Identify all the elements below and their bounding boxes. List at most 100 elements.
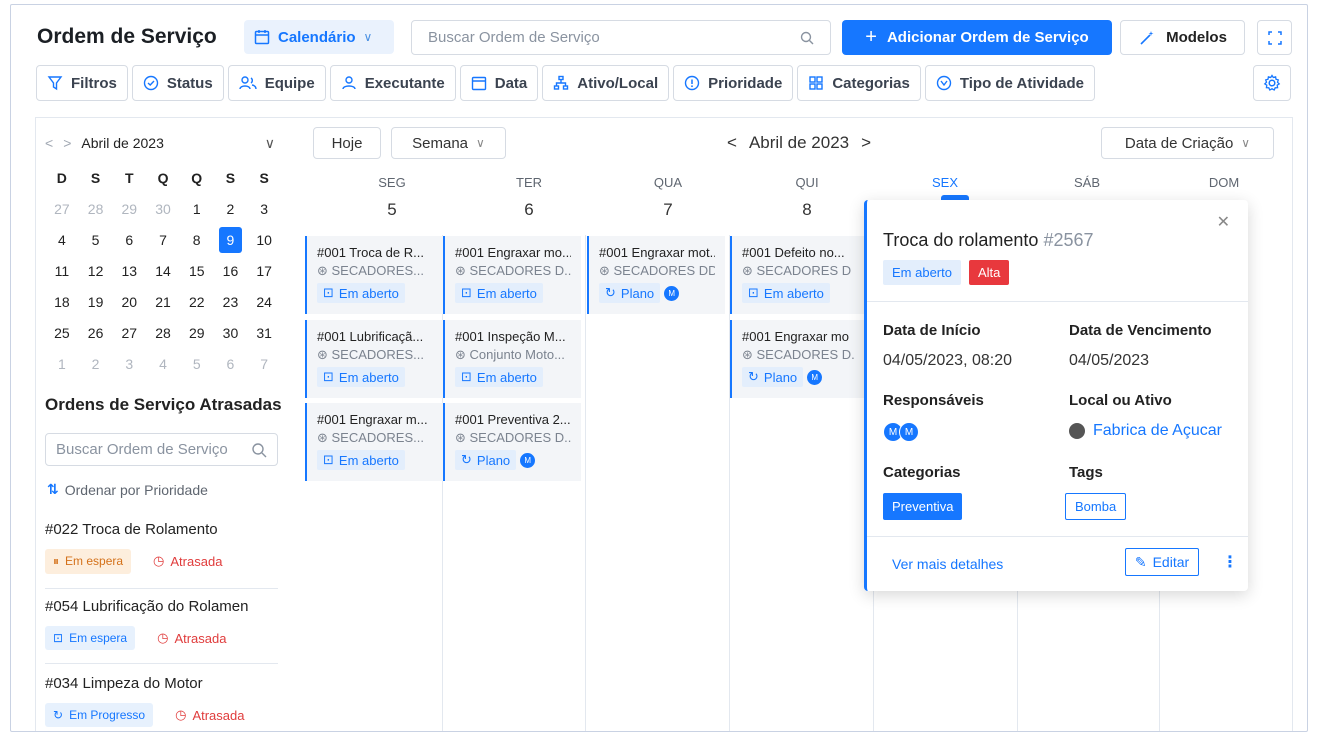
late-order-item[interactable]: #022 Troca de Rolamento ⏸ Em espera ◷ Atra…: [45, 521, 278, 589]
chevron-left-icon[interactable]: <: [727, 133, 737, 153]
calendar-day[interactable]: 7: [146, 227, 180, 258]
calendar-day[interactable]: 6: [112, 227, 146, 258]
calendar-day[interactable]: 27: [45, 196, 79, 227]
calendar-day[interactable]: 22: [180, 289, 214, 320]
filter-tipo-atividade[interactable]: Tipo de Atividade: [924, 65, 1096, 101]
calendar-day[interactable]: 10: [247, 227, 281, 258]
weekday-label: Q: [157, 170, 169, 186]
chevron-right-icon[interactable]: >: [861, 133, 871, 153]
calendar-day[interactable]: 8: [180, 227, 214, 258]
calendar-day[interactable]: 26: [79, 320, 113, 351]
chevron-right-icon[interactable]: >: [63, 135, 71, 151]
calendar-event[interactable]: #001 Defeito no... ⊛ SECADORES D ⊡ Em abe…: [730, 236, 868, 314]
calendar-day[interactable]: 15: [180, 258, 214, 289]
column-divider: [585, 235, 586, 731]
calendar-event[interactable]: #001 Engraxar mo... ⊛ SECADORES D... ⊡ Em…: [443, 236, 581, 314]
user-icon: [342, 76, 356, 90]
calendar-day[interactable]: 4: [45, 227, 79, 258]
calendar-day[interactable]: 30: [214, 320, 248, 351]
calendar-event[interactable]: #001 Lubrificaçã... ⊛ SECADORES... ⊡ Em a…: [305, 320, 443, 398]
calendar-day[interactable]: 5: [180, 351, 214, 382]
calendar-day[interactable]: 29: [112, 196, 146, 227]
calendar-day[interactable]: 23: [214, 289, 248, 320]
settings-button[interactable]: [1253, 65, 1291, 101]
calendar-day[interactable]: 12: [79, 258, 113, 289]
filter-ativo-local[interactable]: Ativo/Local: [542, 65, 670, 101]
calendar-day[interactable]: 27: [112, 320, 146, 351]
calendar-day[interactable]: 18: [45, 289, 79, 320]
calendar-day-selected[interactable]: 9: [218, 227, 243, 253]
fullscreen-button[interactable]: [1257, 20, 1292, 55]
calendar-day[interactable]: 16: [214, 258, 248, 289]
calendar-day[interactable]: 29: [180, 320, 214, 351]
calendar-day[interactable]: 14: [146, 258, 180, 289]
event-status: ↻ Plano: [599, 283, 661, 303]
calendar-day[interactable]: 28: [146, 320, 180, 351]
calendar-day[interactable]: 25: [45, 320, 79, 351]
view-selector[interactable]: Calendário ∨: [244, 20, 394, 54]
calendar-day[interactable]: 2: [79, 351, 113, 382]
close-icon[interactable]: ✕: [1217, 212, 1230, 232]
calendar-day[interactable]: 7: [247, 351, 281, 382]
filter-categorias[interactable]: Categorias: [797, 65, 921, 101]
more-options-icon[interactable]: ⋮: [1222, 552, 1238, 572]
search-input[interactable]: Buscar Ordem de Serviço: [411, 20, 831, 55]
calendar-event[interactable]: #001 Engraxar m... ⊛ SECADORES... ⊡ Em ab…: [305, 403, 443, 481]
today-button[interactable]: Hoje: [313, 127, 381, 159]
calendar-day[interactable]: 17: [247, 258, 281, 289]
details-link[interactable]: Ver mais detalhes: [892, 556, 1003, 572]
calendar-day[interactable]: 19: [79, 289, 113, 320]
sort-selector[interactable]: Data de Criação ∨: [1101, 127, 1274, 159]
chevron-left-icon[interactable]: <: [45, 135, 53, 151]
calendar-day[interactable]: 13: [112, 258, 146, 289]
sort-by-priority[interactable]: ⇅ Ordenar por Prioridade: [47, 481, 208, 498]
event-status-text: Em aberto: [476, 285, 537, 301]
late-search-input[interactable]: Buscar Ordem de Serviço: [45, 433, 278, 466]
asset-icon: ⊛: [317, 347, 332, 362]
calendar-day[interactable]: 11: [45, 258, 79, 289]
calendar-day[interactable]: 3: [247, 196, 281, 227]
chevron-down-icon[interactable]: ∨: [265, 135, 275, 152]
calendar-event[interactable]: #001 Preventiva 2... ⊛ SECADORES D... ↻ P…: [443, 403, 581, 481]
calendar-day[interactable]: 28: [79, 196, 113, 227]
calendar-event[interactable]: #001 Inspeção M... ⊛ Conjunto Moto... ⊡ E…: [443, 320, 581, 398]
calendar-event[interactable]: #001 Engraxar mo ⊛ SECADORES D. ↻ Plano M: [730, 320, 868, 398]
filter-data[interactable]: Data: [459, 65, 539, 101]
edit-button[interactable]: ✎ Editar: [1125, 548, 1199, 576]
calendar-day[interactable]: 30: [146, 196, 180, 227]
avatar: M: [807, 370, 823, 386]
event-status: ⊡ Em aberto: [455, 367, 543, 387]
calendar-day[interactable]: 6: [214, 351, 248, 382]
filter-prioridade[interactable]: Prioridade: [673, 65, 794, 101]
add-order-button[interactable]: + Adicionar Ordem de Serviço: [842, 20, 1112, 55]
calendar-day[interactable]: 2: [214, 196, 248, 227]
filter-label: Categorias: [832, 74, 910, 92]
calendar-day[interactable]: 4: [146, 351, 180, 382]
plan-icon: ↻: [461, 452, 472, 467]
calendar-day[interactable]: 21: [146, 289, 180, 320]
late-order-item[interactable]: #034 Limpeza do Motor ↻ Em Progresso ◷ Atr…: [45, 675, 278, 731]
tags-label: Tags: [1069, 464, 1103, 481]
calendar-event[interactable]: #001 Troca de R... ⊛ SECADORES... ⊡ Em ab…: [305, 236, 443, 314]
calendar-day[interactable]: 1: [45, 351, 79, 382]
late-order-title: #022 Troca de Rolamento: [45, 521, 218, 538]
filter-equipe[interactable]: Equipe: [227, 65, 326, 101]
calendar-day[interactable]: 1: [180, 196, 214, 227]
location-link[interactable]: Fabrica de Açucar: [1069, 422, 1222, 440]
filter-executante[interactable]: Executante: [329, 65, 456, 101]
calendar-day[interactable]: 31: [247, 320, 281, 351]
calendar-event[interactable]: #001 Engraxar mot... ⊛ SECADORES DD... ↻…: [587, 236, 725, 314]
month-nav: < Abril de 2023 >: [727, 133, 871, 153]
calendar-day[interactable]: 3: [112, 351, 146, 382]
models-button[interactable]: Modelos: [1120, 20, 1245, 55]
filter-status[interactable]: Status: [131, 65, 224, 101]
event-status: ⊡ Em aberto: [455, 283, 543, 303]
filter-filtros[interactable]: Filtros: [36, 65, 128, 101]
filter-label: Tipo de Atividade: [959, 74, 1085, 92]
range-selector[interactable]: Semana ∨: [391, 127, 506, 159]
calendar-day[interactable]: 20: [112, 289, 146, 320]
late-order-item[interactable]: #054 Lubrificação do Rolamen ⊡ Em espera …: [45, 598, 278, 664]
event-asset: SECADORES...: [331, 430, 424, 445]
calendar-day[interactable]: 24: [247, 289, 281, 320]
calendar-day[interactable]: 5: [79, 227, 113, 258]
